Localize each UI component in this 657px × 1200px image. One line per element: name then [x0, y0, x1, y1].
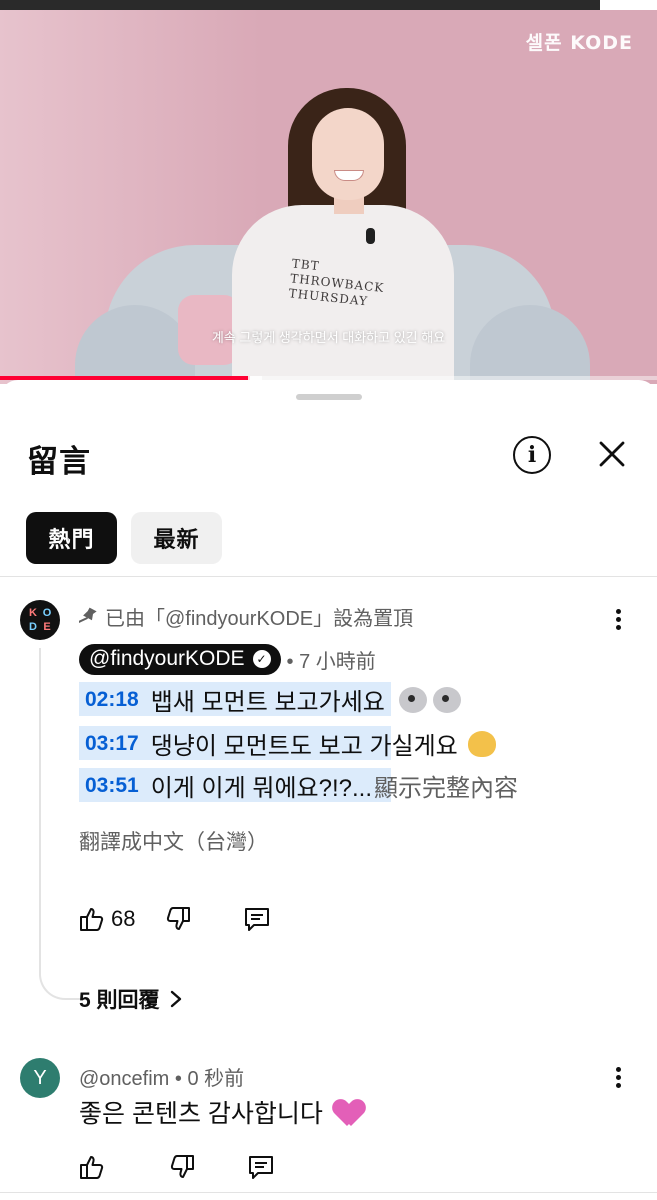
timestamp-link[interactable]: 03:17	[79, 732, 145, 756]
comment-author-row: @findyourKODE ✓ • 7 小時前	[79, 644, 376, 675]
pinned-label-row: 已由「@findyourKODE」設為置頂	[79, 602, 413, 631]
lapel-mic	[366, 228, 375, 244]
author-name: @findyourKODE	[89, 647, 245, 670]
reply-icon	[245, 908, 270, 931]
timestamp-link[interactable]: 03:51	[79, 774, 145, 798]
show-more-link[interactable]: 顯示完整內容	[374, 768, 518, 803]
drag-handle[interactable]	[296, 394, 362, 400]
thread-line	[39, 648, 83, 1000]
comment-actions: 68	[79, 906, 271, 932]
person-face	[312, 108, 384, 200]
divider	[0, 576, 657, 577]
comments-title: 留言	[27, 444, 91, 479]
video-player[interactable]: 셀폰 KODE TBT THROWBACK THURSDAY 계속 그렇게 생각…	[0, 0, 657, 384]
view-replies-button[interactable]: 5 則回覆	[79, 984, 182, 1014]
pinned-label: 已由「@findyourKODE」設為置頂	[105, 608, 414, 630]
translate-link[interactable]: 翻譯成中文（台灣）	[79, 826, 268, 856]
thumbs-up-icon	[80, 908, 104, 931]
comment-actions	[79, 1154, 275, 1180]
chevron-right-icon	[170, 990, 181, 1008]
channel-watermark: 셀폰 KODE	[525, 32, 633, 54]
pin-icon	[79, 607, 97, 627]
more-options-icon[interactable]	[606, 604, 630, 634]
timestamp-link[interactable]: 02:18	[79, 688, 145, 712]
comment-line: 03:51 이게 이게 뭐에요?!?... 顯示完整內容	[79, 768, 518, 803]
reply-button[interactable]	[247, 1154, 275, 1180]
info-icon[interactable]: i	[513, 436, 551, 474]
replies-label: 5 則回覆	[79, 989, 160, 1012]
comment-meta: @oncefim • 0 秒前	[79, 1062, 244, 1091]
like-button[interactable]	[79, 1154, 105, 1180]
bird-emoji-icon	[398, 686, 427, 713]
sparkling-heart-icon	[333, 1098, 365, 1126]
comment-time: • 7 小時前	[286, 651, 376, 673]
tab-top[interactable]: 熱門	[26, 512, 117, 564]
like-button[interactable]: 68	[79, 906, 135, 932]
thumbs-down-icon	[167, 907, 191, 930]
author-name[interactable]: @oncefim	[79, 1068, 169, 1090]
dislike-button[interactable]	[169, 1154, 195, 1180]
avatar[interactable]: Y	[20, 1058, 60, 1098]
like-count: 68	[111, 906, 136, 931]
more-options-icon[interactable]	[606, 1062, 630, 1092]
reply-button[interactable]	[243, 906, 271, 932]
thumbs-down-icon	[170, 1155, 194, 1178]
reply-icon	[249, 1156, 273, 1179]
comment-text: 좋은 콘텐츠 감사합니다	[79, 1094, 365, 1130]
avatar[interactable]: K O D E	[20, 600, 60, 640]
video-subtitle: 계속 그렇게 생각하면서 대화하고 있긴 해요	[211, 330, 446, 345]
comment-line: 02:18 뱁새 모먼트 보고가세요	[79, 682, 461, 717]
status-bar	[0, 0, 657, 10]
author-badge[interactable]: @findyourKODE ✓	[79, 644, 281, 675]
tab-newest[interactable]: 最新	[131, 512, 222, 564]
cat-emoji-icon	[467, 730, 496, 757]
comment-line: 03:17 댕냥이 모먼트도 보고 가실게요	[79, 726, 496, 761]
bird-emoji-icon	[432, 686, 461, 713]
thumbs-up-icon	[80, 1156, 104, 1179]
verified-icon: ✓	[252, 650, 271, 668]
close-icon[interactable]	[594, 436, 630, 472]
comments-sheet: 留言 i 熱門 最新 K O D E 已由「@findyourKODE」設為置頂…	[0, 380, 657, 1200]
divider	[0, 1192, 657, 1193]
comment-time: • 0 秒前	[174, 1068, 245, 1090]
dislike-button[interactable]	[165, 906, 191, 932]
